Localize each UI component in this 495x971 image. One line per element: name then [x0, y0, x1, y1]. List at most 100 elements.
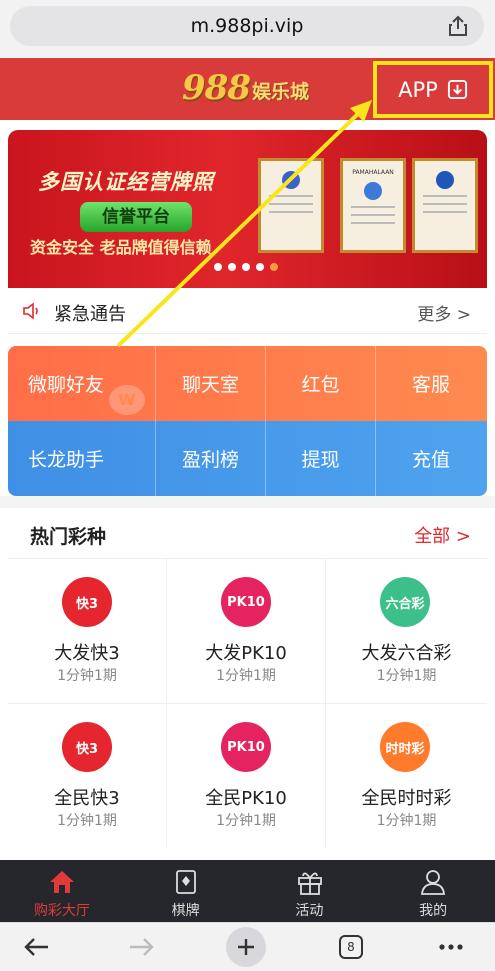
w-badge-icon: W: [109, 385, 145, 415]
banner-subtitle: 资金安全 老品牌值得信赖: [30, 238, 212, 257]
certificate-image: [412, 158, 478, 253]
lottery-frequency: 1分钟1期: [57, 668, 117, 684]
seal-icon: [364, 182, 382, 200]
certificate-image: [258, 158, 324, 253]
notice-more-link[interactable]: 更多 >: [417, 300, 471, 325]
lottery-name: 大发六合彩: [361, 643, 452, 664]
menu-row: 微聊好友 W 聊天室 红包 客服: [8, 346, 487, 421]
menu-item-red-packet[interactable]: 红包: [266, 346, 376, 421]
menu-item-label: 客服: [411, 374, 450, 396]
carousel-dot[interactable]: [228, 263, 236, 271]
site-header: 988 娱乐城 APP: [0, 58, 495, 120]
certificate-image: PAMAHALAAN: [340, 158, 406, 253]
menu-item-label: 充值: [411, 449, 450, 471]
menu-item-chat-friends[interactable]: 微聊好友 W: [8, 346, 156, 421]
user-icon: [421, 870, 446, 895]
menu-item-label: 盈利榜: [181, 449, 239, 471]
menu-item-withdraw[interactable]: 提现: [266, 421, 376, 496]
view-all-link[interactable]: 全部 >: [414, 522, 471, 548]
lottery-item[interactable]: 快3 大发快3 1分钟1期: [8, 558, 167, 703]
share-icon[interactable]: [446, 14, 470, 38]
speaker-icon: [23, 302, 38, 320]
lottery-frequency: 1分钟1期: [57, 813, 117, 829]
k3-icon: 快3: [62, 722, 112, 772]
notice-bar[interactable]: 紧急通告 更多 >: [8, 288, 487, 334]
logo-text: 娱乐城: [251, 81, 309, 103]
tab-label: 购彩大厅: [33, 903, 90, 919]
menu-item-streak-helper[interactable]: 长龙助手: [8, 421, 156, 496]
lottery-item[interactable]: 时时彩 全民时时彩 1分钟1期: [326, 703, 487, 848]
notice-label: 紧急通告: [54, 304, 126, 325]
tab-mine[interactable]: 我的: [371, 860, 495, 922]
menu-item-label: 长龙助手: [28, 449, 105, 471]
more-icon[interactable]: [436, 933, 466, 961]
cards-icon: [175, 870, 196, 894]
menu-row: 长龙助手 盈利榜 提现 充值: [8, 421, 487, 496]
lottery-item[interactable]: 快3 全民快3 1分钟1期: [8, 703, 167, 848]
hot-lottery-section: 热门彩种 全部 > 快3 大发快3 1分钟1期 PK10 大发PK10 1分钟1…: [8, 508, 487, 860]
forward-arrow-icon[interactable]: [126, 933, 156, 961]
plus-icon: [238, 939, 254, 955]
lottery-name: 全民时时彩: [361, 788, 452, 809]
seal-icon: [436, 171, 454, 189]
lottery-frequency: 1分钟1期: [376, 813, 437, 829]
app-download-button[interactable]: APP: [373, 61, 493, 118]
promo-banner[interactable]: 多国认证经营牌照 信誉平台 资金安全 老品牌值得信赖 PAMAHALAAN: [8, 130, 487, 288]
menu-item-label: 提现: [301, 449, 340, 471]
carousel-dot-active[interactable]: [270, 263, 278, 271]
lottery-item[interactable]: PK10 大发PK10 1分钟1期: [167, 558, 326, 703]
lottery-name: 全民PK10: [205, 788, 287, 809]
lottery-item[interactable]: 六合彩 大发六合彩 1分钟1期: [326, 558, 487, 703]
k3-icon: 快3: [62, 577, 112, 627]
section-title: 热门彩种: [30, 526, 107, 548]
carousel-dot[interactable]: [214, 263, 222, 271]
pk10-icon: PK10: [221, 577, 271, 627]
menu-item-label: 微聊好友: [28, 374, 105, 396]
seal-icon: [282, 171, 300, 189]
lottery-name: 全民快3: [54, 788, 120, 809]
tab-label: 棋牌: [171, 903, 200, 919]
new-tab-button[interactable]: [226, 927, 266, 967]
ssc-icon: 时时彩: [380, 722, 430, 772]
certificate-heading: PAMAHALAAN: [352, 169, 394, 176]
feature-menu: 微聊好友 W 聊天室 红包 客服 长龙助手 盈利榜 提现 充值: [8, 346, 487, 496]
carousel-dots[interactable]: [214, 263, 278, 271]
menu-item-label: 红包: [301, 374, 340, 396]
back-arrow-icon[interactable]: [22, 933, 52, 961]
browser-toolbar: 8: [0, 922, 495, 971]
bottom-tab-bar: 购彩大厅 棋牌 活动 我的: [0, 860, 495, 922]
lottery-frequency: 1分钟1期: [216, 668, 276, 684]
pk10-icon: PK10: [221, 722, 271, 772]
carousel-dot[interactable]: [256, 263, 264, 271]
carousel-dot[interactable]: [242, 263, 250, 271]
url-text: m.988pi.vip: [190, 15, 304, 37]
menu-item-profit-ranking[interactable]: 盈利榜: [156, 421, 266, 496]
site-logo[interactable]: 988 娱乐城: [182, 68, 309, 108]
tab-activities[interactable]: 活动: [248, 860, 372, 922]
lottery-frequency: 1分钟1期: [376, 668, 437, 684]
gift-icon: [297, 872, 322, 895]
menu-item-deposit[interactable]: 充值: [376, 421, 486, 496]
lottery-name: 大发PK10: [205, 643, 287, 664]
menu-item-customer-service[interactable]: 客服: [376, 346, 486, 421]
tab-label: 我的: [419, 903, 448, 919]
download-icon: [447, 79, 467, 100]
lottery-frequency: 1分钟1期: [216, 813, 276, 829]
tab-count-button[interactable]: 8: [339, 935, 363, 959]
tab-lottery-hall[interactable]: 购彩大厅: [0, 860, 124, 922]
lottery-name: 大发快3: [54, 643, 120, 664]
lottery-item[interactable]: PK10 全民PK10 1分钟1期: [167, 703, 326, 848]
tab-chess-cards[interactable]: 棋牌: [124, 860, 248, 922]
app-button-label: APP: [398, 77, 438, 102]
logo-number: 988: [182, 68, 251, 108]
mark-six-icon: 六合彩: [380, 577, 430, 627]
menu-item-label: 聊天室: [181, 374, 239, 396]
browser-url-bar: m.988pi.vip: [0, 0, 495, 58]
address-field[interactable]: m.988pi.vip: [10, 6, 484, 46]
menu-item-chat-room[interactable]: 聊天室: [156, 346, 266, 421]
banner-title: 多国认证经营牌照: [38, 170, 214, 194]
banner-pill: 信誉平台: [80, 202, 192, 232]
home-icon: [50, 871, 74, 893]
tab-label: 活动: [295, 903, 324, 919]
section-divider: [0, 496, 495, 508]
